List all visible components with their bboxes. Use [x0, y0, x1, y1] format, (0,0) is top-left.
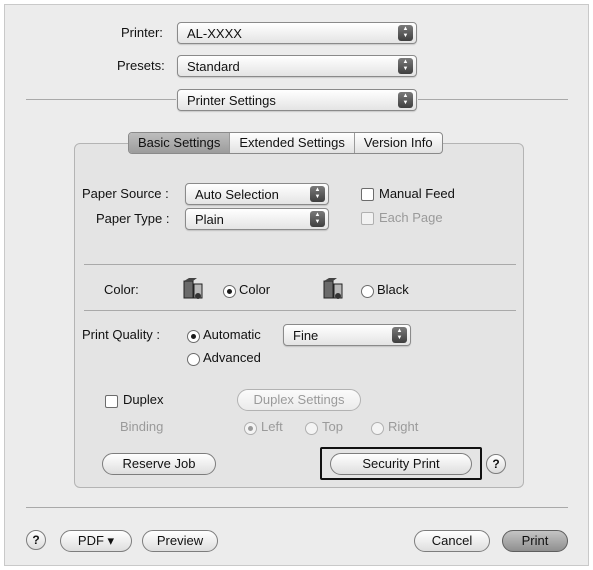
divider	[418, 99, 568, 100]
settings-tabs: Basic Settings Extended Settings Version…	[128, 132, 443, 154]
popup-arrows-icon: ▲ ▼	[398, 25, 413, 41]
divider	[84, 310, 516, 311]
divider	[84, 264, 516, 265]
binding-right-label: Right	[388, 419, 419, 434]
panel-select-value: Printer Settings	[187, 93, 276, 108]
divider	[26, 507, 568, 508]
binding-left-radio[interactable]	[244, 422, 257, 435]
presets-select[interactable]: Standard ▲ ▼	[177, 55, 417, 77]
advanced-label: Advanced	[203, 350, 261, 365]
paper-source-value: Auto Selection	[195, 187, 279, 202]
manual-feed-checkbox[interactable]	[361, 188, 374, 201]
black-ink-icon	[323, 278, 343, 299]
color-radio[interactable]	[223, 285, 236, 298]
duplex-label: Duplex	[123, 392, 164, 407]
binding-label: Binding	[120, 419, 164, 434]
help-icon[interactable]: ?	[26, 530, 46, 550]
reserve-job-button[interactable]: Reserve Job	[102, 453, 216, 475]
help-icon[interactable]: ?	[486, 454, 506, 474]
paper-source-label: Paper Source :	[82, 186, 169, 201]
automatic-radio[interactable]	[187, 330, 200, 343]
divider	[26, 99, 176, 100]
duplex-settings-button[interactable]: Duplex Settings	[237, 389, 361, 411]
quality-level-select[interactable]: Fine ▲ ▼	[283, 324, 411, 346]
manual-feed-label: Manual Feed	[379, 186, 455, 201]
paper-type-value: Plain	[195, 212, 224, 227]
paper-type-label: Paper Type :	[96, 211, 170, 226]
color-label: Color:	[104, 282, 139, 297]
popup-arrows-icon: ▲ ▼	[398, 58, 413, 74]
print-quality-label: Print Quality :	[82, 327, 161, 342]
binding-left-label: Left	[261, 419, 283, 434]
duplex-checkbox[interactable]	[105, 395, 118, 408]
quality-level-value: Fine	[293, 328, 319, 343]
tab-version-info[interactable]: Version Info	[355, 133, 442, 153]
tab-extended-settings[interactable]: Extended Settings	[230, 133, 355, 153]
popup-arrows-icon: ▲ ▼	[392, 327, 407, 343]
paper-type-select[interactable]: Plain ▲ ▼	[185, 208, 329, 230]
printer-label: Printer:	[121, 25, 163, 40]
black-option-label: Black	[377, 282, 409, 297]
tab-basic-settings[interactable]: Basic Settings	[129, 133, 231, 153]
print-button[interactable]: Print	[502, 530, 568, 552]
each-page-label: Each Page	[379, 210, 443, 225]
presets-label: Presets:	[117, 58, 165, 73]
popup-arrows-icon: ▲ ▼	[310, 186, 325, 202]
cancel-button[interactable]: Cancel	[414, 530, 490, 552]
popup-arrows-icon: ▲ ▼	[310, 211, 325, 227]
printer-select[interactable]: AL-XXXX ▲ ▼	[177, 22, 417, 44]
printer-value: AL-XXXX	[187, 26, 242, 41]
paper-source-select[interactable]: Auto Selection ▲ ▼	[185, 183, 329, 205]
automatic-label: Automatic	[203, 327, 261, 342]
preview-button[interactable]: Preview	[142, 530, 218, 552]
binding-top-label: Top	[322, 419, 343, 434]
color-option-label: Color	[239, 282, 271, 297]
binding-top-radio[interactable]	[305, 422, 318, 435]
panel-select[interactable]: Printer Settings ▲ ▼	[177, 89, 417, 111]
pdf-menu-button[interactable]: PDF ▾	[60, 530, 132, 552]
black-radio[interactable]	[361, 285, 374, 298]
popup-arrows-icon: ▲ ▼	[398, 92, 413, 108]
binding-right-radio[interactable]	[371, 422, 384, 435]
advanced-radio[interactable]	[187, 353, 200, 366]
security-print-button[interactable]: Security Print	[330, 453, 472, 475]
presets-value: Standard	[187, 59, 240, 74]
each-page-checkbox[interactable]	[361, 212, 374, 225]
color-ink-icon	[183, 278, 203, 299]
